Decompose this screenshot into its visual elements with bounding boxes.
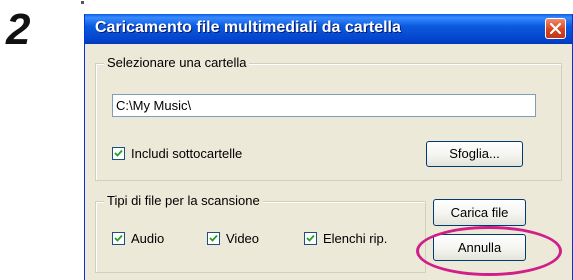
close-button[interactable]: [545, 18, 566, 39]
include-subfolders-checkbox[interactable]: [112, 147, 125, 160]
load-files-button[interactable]: Carica file: [433, 199, 526, 226]
file-types-group-legend: Tipi di file per la scansione: [104, 193, 263, 208]
folder-path-input[interactable]: C:\My Music\: [112, 94, 536, 117]
include-subfolders-label: Includi sottocartelle: [131, 146, 243, 161]
include-subfolders-option[interactable]: Includi sottocartelle: [112, 146, 242, 161]
video-option[interactable]: Video: [207, 231, 259, 246]
playlists-checkbox[interactable]: [304, 232, 317, 245]
dialog-title: Caricamento file multimediali da cartell…: [95, 19, 401, 36]
checkmark-icon: [114, 234, 123, 242]
audio-checkbox[interactable]: [112, 232, 125, 245]
video-checkbox[interactable]: [207, 232, 220, 245]
close-icon: [550, 23, 561, 34]
folder-group-legend: Selezionare una cartella: [104, 55, 250, 70]
audio-label: Audio: [131, 231, 165, 246]
playlists-label: Elenchi rip.: [323, 231, 388, 246]
dialog-titlebar[interactable]: Caricamento file multimediali da cartell…: [85, 14, 572, 44]
checkmark-icon: [306, 234, 315, 242]
checkmark-icon: [209, 234, 218, 242]
audio-option[interactable]: Audio: [112, 231, 164, 246]
playlists-option[interactable]: Elenchi rip.: [304, 231, 387, 246]
cancel-highlight-annotation: [416, 226, 562, 276]
video-label: Video: [226, 231, 260, 246]
browse-button[interactable]: Sfoglia...: [426, 141, 523, 167]
checkmark-icon: [114, 149, 123, 157]
step-number: 2: [6, 5, 31, 54]
corner-mark: [81, 1, 84, 4]
